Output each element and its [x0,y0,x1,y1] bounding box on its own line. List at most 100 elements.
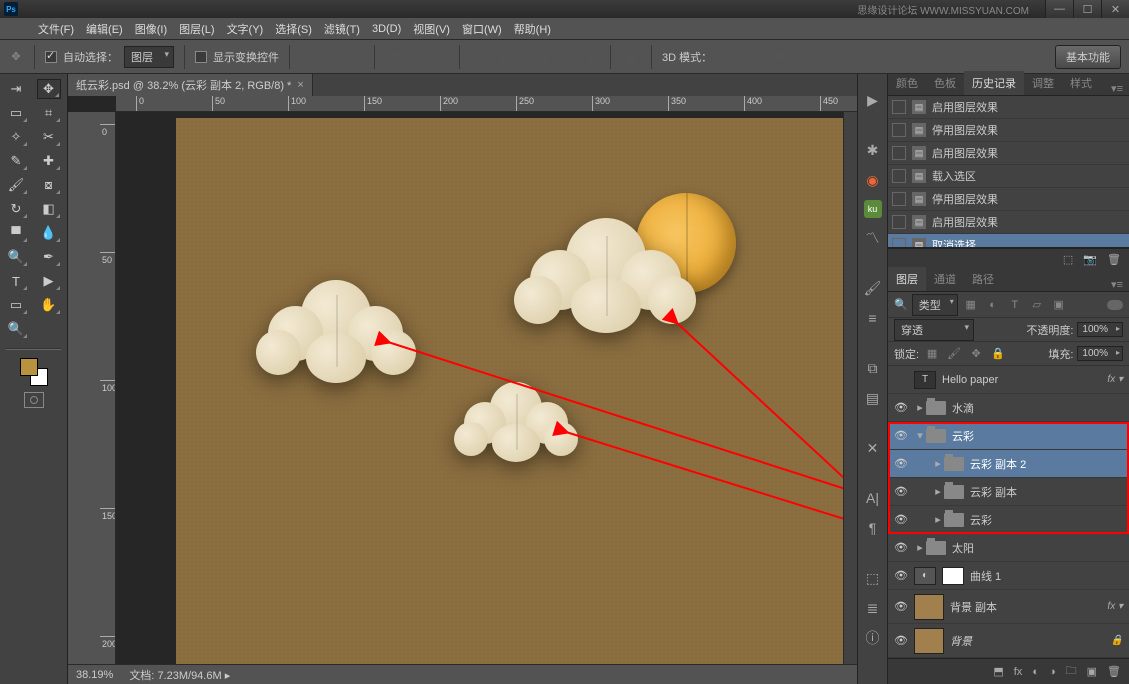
visibility-icon[interactable]: 👁 [888,541,914,554]
expand-tools-icon[interactable]: ⇥ [4,79,28,99]
shape-tool[interactable]: ▭ [4,295,28,315]
layer-row[interactable]: 👁▾云彩 [888,422,1129,450]
3d-scale-icon[interactable]: ⤢ [822,47,842,67]
history-item[interactable]: ▤启用图层效果 [888,211,1129,234]
tab-close-icon[interactable]: × [297,79,303,91]
align-left-icon[interactable]: ⭰ [385,47,405,67]
tab-paths[interactable]: 路径 [964,267,1002,291]
fill-value[interactable]: 100% [1077,346,1123,361]
3d-pan-icon[interactable]: ✥ [770,47,790,67]
filter-adj-icon[interactable]: ◐ [984,297,1002,313]
lock-brush-icon[interactable]: 🖌 [945,346,963,362]
layer-row[interactable]: 👁背景 副本fx ▾ [888,590,1129,624]
menu-file[interactable]: 文件(F) [32,21,80,37]
paragraph-icon[interactable]: ¶ [863,518,883,538]
zoom-tool[interactable]: 🔍 [4,319,28,339]
menu-help[interactable]: 帮助(H) [508,21,557,37]
pen-tool[interactable]: ✒ [37,247,61,267]
layer-row[interactable]: 👁▸云彩 副本 [888,478,1129,506]
visibility-icon[interactable]: 👁 [888,485,914,498]
layer-row[interactable]: 👁◐曲线 1 [888,562,1129,590]
layers-menu-icon[interactable]: ▾≡ [1105,278,1129,291]
dist-4-icon[interactable]: ▯ [536,47,556,67]
filter-type-icon[interactable]: T [1006,297,1024,313]
filter-smart-icon[interactable]: ▣ [1050,297,1068,313]
layer-row[interactable]: 👁THello paperfx ▾ [888,366,1129,394]
filter-shape-icon[interactable]: ▱ [1028,297,1046,313]
maximize-button[interactable]: ☐ [1073,0,1101,18]
visibility-icon[interactable]: 👁 [888,634,914,647]
menu-image[interactable]: 图像(I) [129,21,173,37]
history-brush-tool[interactable]: ↻ [4,199,28,219]
workspace-switcher[interactable]: 基本功能 [1055,45,1121,69]
auto-select-dropdown[interactable]: 图层 [124,46,174,68]
tab-layers[interactable]: 图层 [888,267,926,291]
brush-preset-icon[interactable]: ≡ [863,308,883,328]
filter-pixel-icon[interactable]: ▦ [962,297,980,313]
visibility-icon[interactable]: 👁 [888,401,914,414]
quick-mask-toggle[interactable] [24,392,44,408]
properties-icon[interactable]: ≣ [863,598,883,618]
canvas[interactable] [116,112,857,664]
lock-pixels-icon[interactable]: ▦ [923,346,941,362]
layer-fx-icon[interactable]: fx [1014,666,1023,678]
auto-align-icon[interactable]: ▦ [621,47,641,67]
dist-1-icon[interactable]: ▯ [470,47,490,67]
document-tab[interactable]: 纸云彩.psd @ 38.2% (云彩 副本 2, RGB/8) * × [68,74,313,96]
history-snapshot-icon[interactable]: ⬚ [1063,253,1073,266]
blur-tool[interactable]: 💧 [37,223,61,243]
panel-menu-icon[interactable]: ▾≡ [1105,82,1129,95]
history-item[interactable]: ▤启用图层效果 [888,96,1129,119]
visibility-icon[interactable]: 👁 [888,569,914,582]
hand-tool[interactable]: ✋ [37,295,61,315]
tab-color[interactable]: 颜色 [888,71,926,95]
tab-styles[interactable]: 样式 [1062,71,1100,95]
history-trash-icon[interactable]: 🗑 [1107,253,1121,266]
brush-panel-icon[interactable]: 🖌 [863,278,883,298]
lasso-tool[interactable]: ⌗ [37,103,61,123]
dist-3-icon[interactable]: ▯ [514,47,534,67]
history-item[interactable]: ▤停用图层效果 [888,188,1129,211]
character-icon[interactable]: A| [863,488,883,508]
align-vcenter-icon[interactable]: ⫩ [322,47,342,67]
dist-6-icon[interactable]: ▯ [580,47,600,67]
3d-rotate-icon[interactable]: ⟳ [718,47,738,67]
visibility-icon[interactable]: 👁 [888,513,914,526]
eyedropper-tool[interactable]: ✎ [4,151,28,171]
healing-tool[interactable]: ✚ [37,151,61,171]
history-camera-icon[interactable]: 📷 [1083,253,1097,266]
3d-panel-icon[interactable]: ⬚ [863,568,883,588]
visibility-icon[interactable]: 👁 [888,373,914,386]
layer-row[interactable]: 👁▸太阳 [888,534,1129,562]
visibility-icon[interactable]: 👁 [888,457,914,470]
3d-slide-icon[interactable]: ⇔ [796,47,816,67]
opacity-value[interactable]: 100% [1077,322,1123,337]
gradient-tool[interactable]: ▀ [4,223,28,243]
dist-2-icon[interactable]: ▯ [492,47,512,67]
show-transform-checkbox[interactable] [195,51,207,63]
align-hcenter-icon[interactable]: ⭤ [407,47,427,67]
ruler-vertical[interactable]: 050100150200 [100,112,116,664]
layer-row[interactable]: 👁▸水滴 [888,394,1129,422]
group-icon[interactable]: 🗀 [1066,662,1077,681]
filter-search-icon[interactable]: 🔍 [894,298,908,311]
visibility-icon[interactable]: 👁 [888,600,914,613]
crop-tool[interactable]: ✂ [37,127,61,147]
type-tool[interactable]: T [4,271,28,291]
magic-wand-tool[interactable]: ✧ [4,127,28,147]
lock-all-icon[interactable]: 🔒 [989,346,1007,362]
path-select-tool[interactable]: ▶ [37,271,61,291]
visibility-icon[interactable]: 👁 [888,429,914,442]
menu-type[interactable]: 文字(Y) [221,21,270,37]
new-layer-icon[interactable]: ▣ [1087,665,1097,678]
clone-source-icon[interactable]: ⧉ [863,358,883,378]
minimize-button[interactable]: — [1045,0,1073,18]
align-top-icon[interactable]: ⫧ [300,47,320,67]
layer-row[interactable]: 👁▸云彩 副本 2 [888,450,1129,478]
tab-adjustments[interactable]: 调整 [1024,71,1062,95]
layer-mask-icon[interactable]: ◐ [1032,666,1039,678]
layer-row[interactable]: 👁背景🔒 [888,624,1129,658]
history-item[interactable]: ▤停用图层效果 [888,119,1129,142]
tab-channels[interactable]: 通道 [926,267,964,291]
filter-type-dropdown[interactable]: 类型 [912,294,958,316]
